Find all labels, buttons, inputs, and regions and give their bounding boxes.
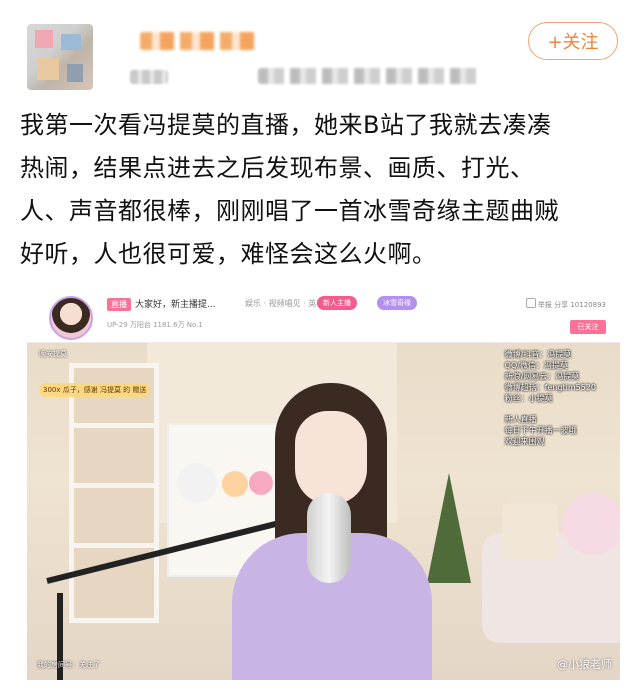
post-text-line: 热闹，结果点进去之后发现布景、画质、打光、	[20, 154, 535, 182]
top-right-actions[interactable]: 举报 分享 10120893	[520, 298, 606, 310]
post-text: 我第一次看冯提莫的直播，她来B站了我就去凑凑 热闹，结果点进去之后发现布景、画质…	[20, 104, 620, 276]
plush-toy	[222, 471, 248, 497]
cushion	[502, 503, 558, 559]
info-line: 新浪/网易云：冯提莫	[504, 372, 580, 381]
bottom-note: 我的房间号：关注了	[37, 661, 100, 669]
post-text-line: 我第一次看冯提莫的直播，她来B站了我就去凑凑	[20, 111, 552, 139]
post-meta-blurred-1	[130, 70, 168, 84]
post-meta-blurred-2	[258, 68, 478, 84]
corner-tag: 晚安提莫	[39, 350, 67, 358]
tag-pill-a[interactable]: 新人主播	[317, 296, 357, 310]
room-title: 大家好，新主播提...	[135, 300, 216, 310]
plush-toy	[249, 471, 273, 495]
info-line: QQ/微信：冯提莫	[504, 361, 568, 370]
follow-mini-button[interactable]: 已关注	[570, 320, 606, 334]
streamer-avatar[interactable]	[49, 296, 93, 340]
notice-line: 每日下午开播一波哦	[504, 426, 577, 435]
info-line: 微博超话：fengtim5520	[504, 383, 596, 392]
streamer-info-overlay: 微博/抖音：冯提莫 QQ/微信：冯提莫 新浪/网易云：冯提莫 微博超话：feng…	[505, 349, 596, 447]
live-badge: 直播	[107, 298, 131, 311]
author-name-blurred[interactable]	[140, 32, 260, 50]
post-text-line: 好听，人也很可爱，难怪会这么火啊。	[20, 240, 437, 268]
plush-toy	[177, 463, 217, 503]
streamer-face	[295, 411, 367, 505]
author-avatar[interactable]	[27, 24, 93, 90]
weibo-watermark: @小狼老师	[557, 658, 612, 671]
room-stats: UP-29 万阳台 1181.6万 No.1	[107, 321, 203, 329]
post-text-line: 人、声音都很棒，刚刚唱了一首冰雪奇缘主题曲贼	[20, 197, 559, 225]
notice-line: 欢迎来围观	[504, 437, 545, 446]
follow-button[interactable]: +关注	[528, 22, 618, 60]
stream-video[interactable]: 晚安提莫 300x 瓜子，感谢 冯提莫 的 赠送 微博/抖音：冯提莫 QQ/微信…	[27, 343, 620, 680]
stream-header-bar: 直播 大家好，新主播提... 娱乐 · 视频唱见 · 英雄联盟 新人主播 冰雪奇…	[27, 282, 620, 343]
plush-toy	[562, 493, 620, 555]
notice-line: 新人直播	[504, 415, 537, 424]
gift-banner: 300x 瓜子，感谢 冯提莫 的 赠送	[39, 383, 151, 397]
christmas-tree	[427, 473, 471, 583]
embedded-stream-screenshot[interactable]: 直播 大家好，新主播提... 娱乐 · 视频唱见 · 英雄联盟 新人主播 冰雪奇…	[27, 282, 620, 680]
tag-pill-b[interactable]: 冰雪奇缘	[377, 296, 417, 310]
info-line: 微博/抖音：冯提莫	[504, 350, 572, 359]
info-line: 粉丝：小提莫	[504, 394, 553, 403]
report-icon[interactable]	[525, 298, 536, 308]
microphone	[307, 493, 351, 583]
bookshelf	[69, 363, 159, 623]
